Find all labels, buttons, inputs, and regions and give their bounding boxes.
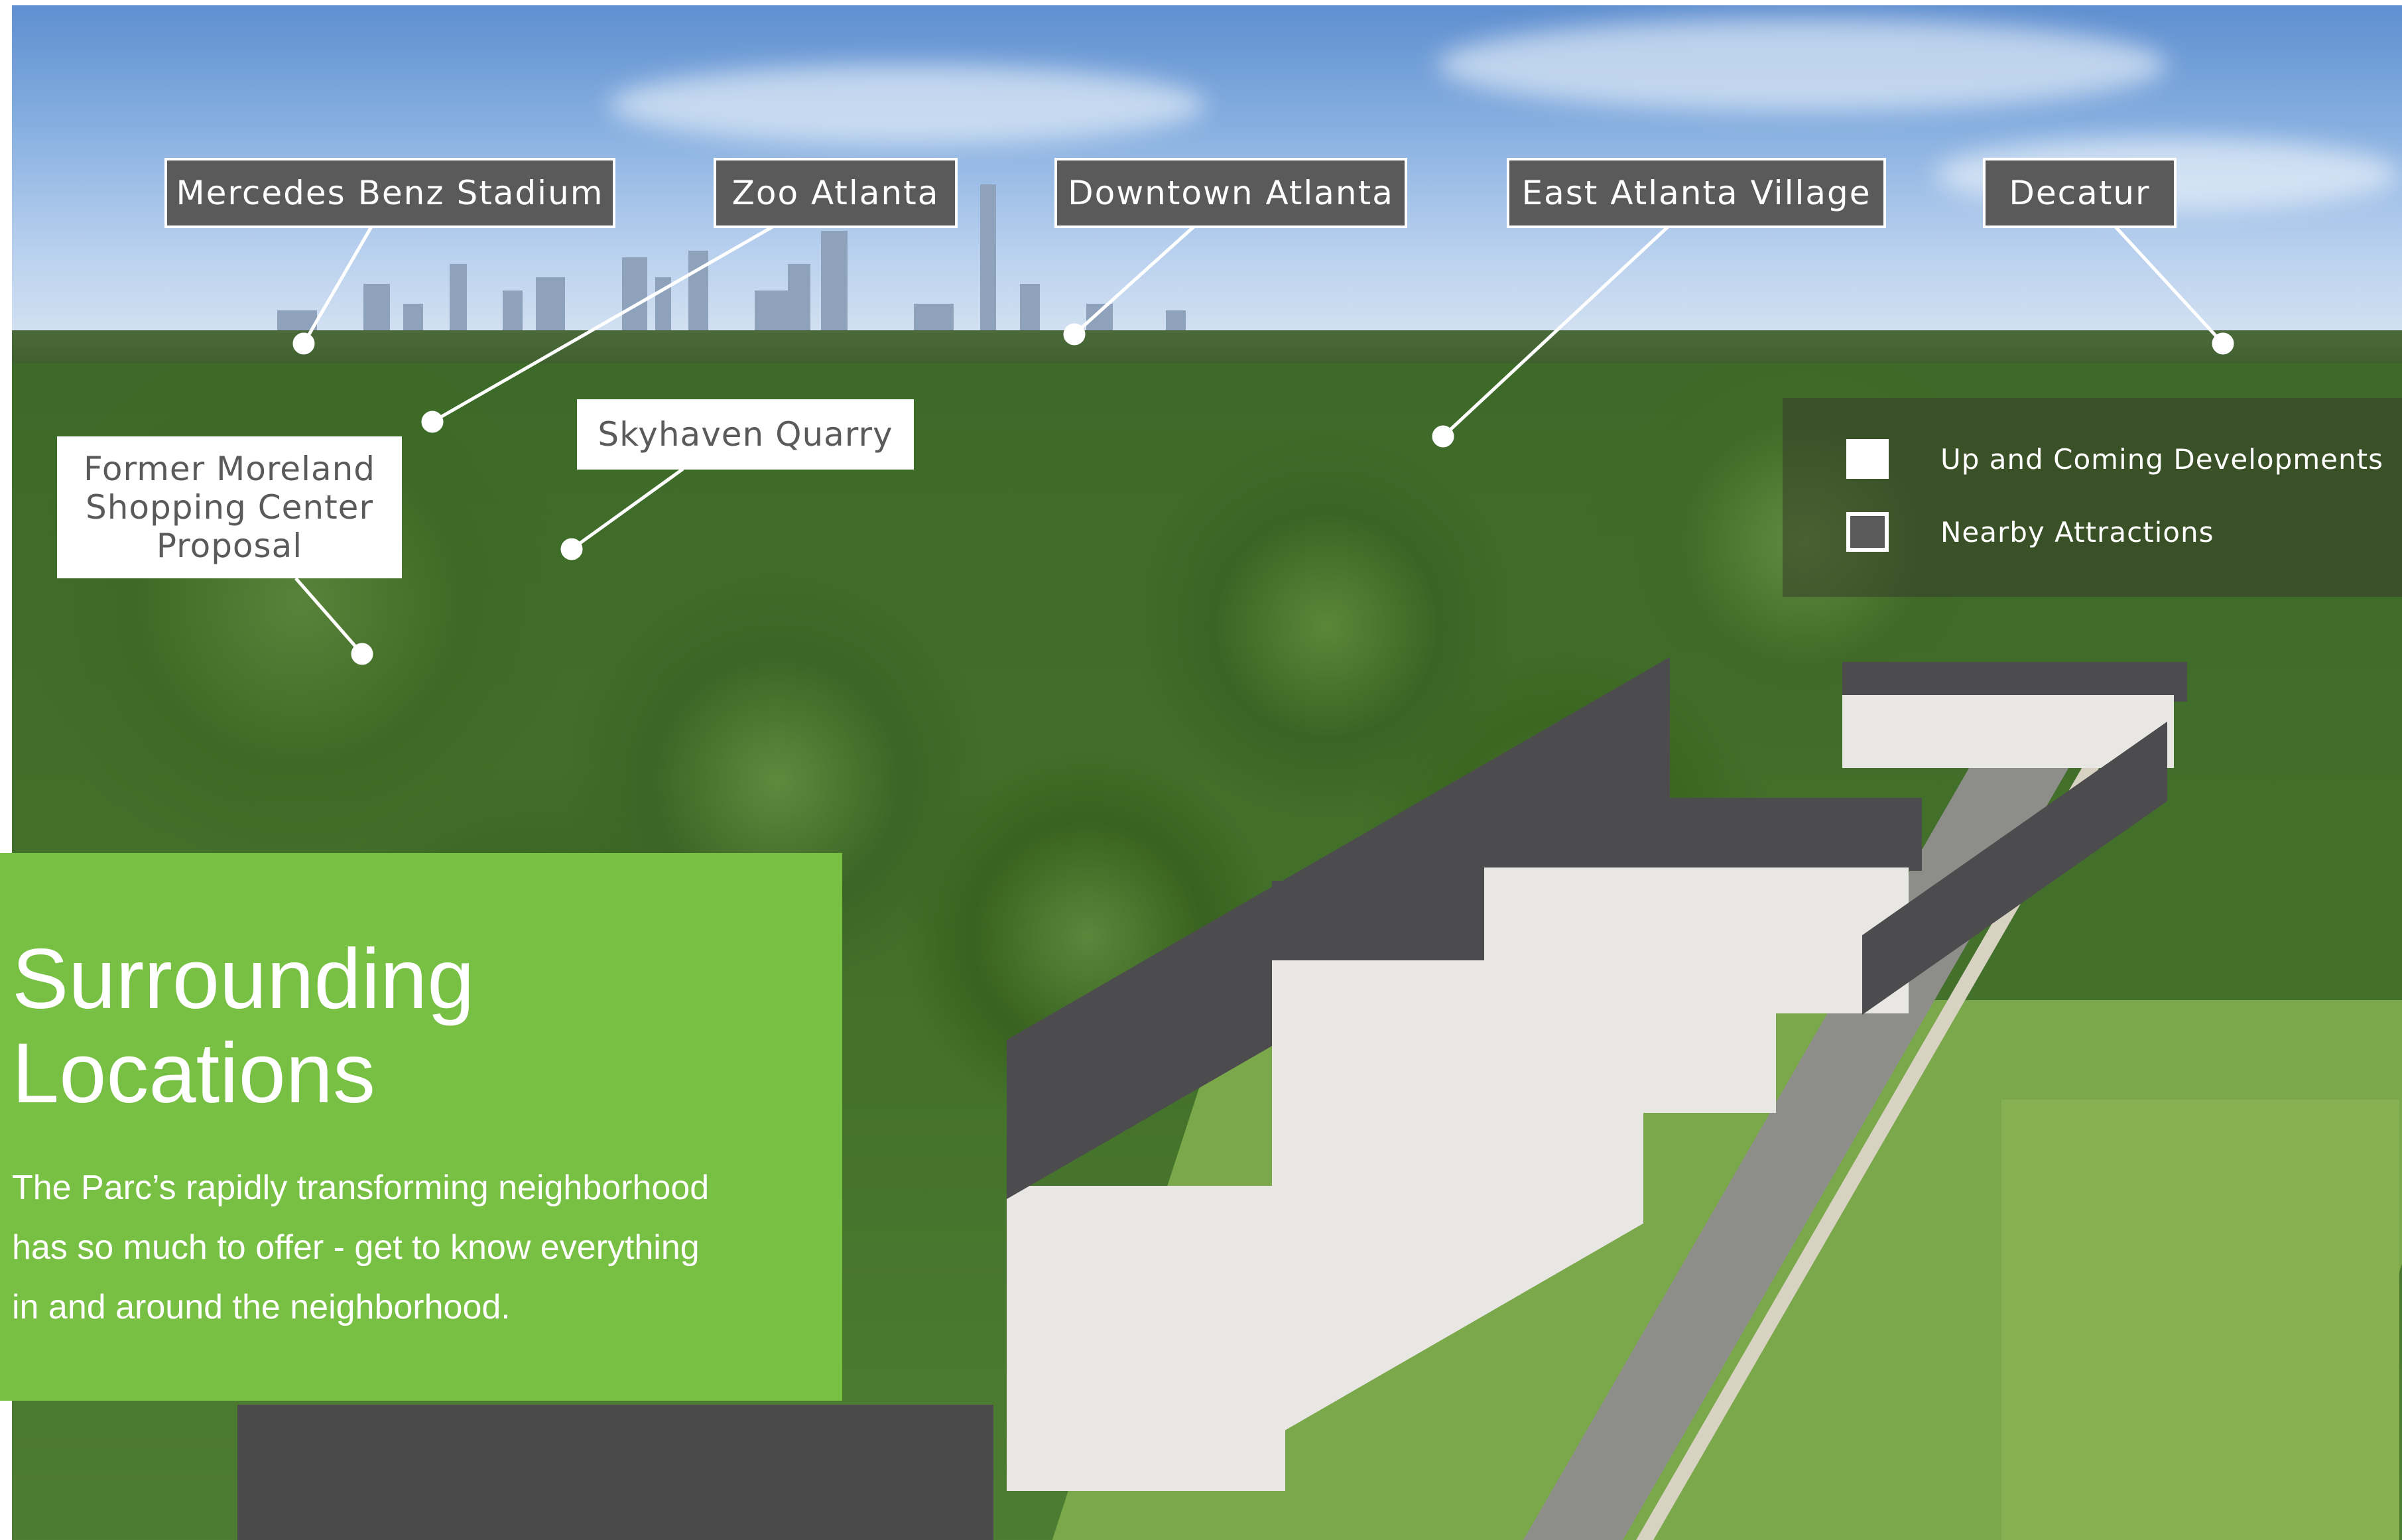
map-legend: Up and Coming Developments Nearby Attrac… <box>1783 398 2402 597</box>
panel-title-line: Surrounding <box>12 932 475 1027</box>
label-line: Former Moreland <box>83 450 376 488</box>
leader-line-decatur <box>2114 225 2224 345</box>
legend-swatch-white <box>1846 439 1889 479</box>
label-zoo-atlanta: Zoo Atlanta <box>714 158 958 228</box>
label-line: Proposal <box>156 527 303 565</box>
marker-dot-mercedes-benz-stadium <box>292 332 315 355</box>
leader-line-former-moreland <box>294 577 363 655</box>
leader-line-east-atlanta-village <box>1442 225 1669 438</box>
panel-description: The Parc’s rapidly transforming neighbor… <box>12 1158 821 1337</box>
legend-label: Up and Coming Developments <box>1940 442 2383 476</box>
leader-line-zoo-atlanta <box>431 225 774 424</box>
legend-item-nearby-attractions: Nearby Attractions <box>1846 512 2214 552</box>
leader-line-skyhaven-quarry <box>570 467 684 551</box>
panel-description-line: The Parc’s rapidly transforming neighbor… <box>12 1169 710 1207</box>
panel-title-line: Locations <box>12 1026 375 1121</box>
legend-label: Nearby Attractions <box>1940 515 2214 548</box>
label-line: Shopping Center <box>86 488 373 527</box>
label-former-moreland: Former Moreland Shopping Center Proposal <box>57 436 402 578</box>
marker-dot-downtown-atlanta <box>1063 323 1086 346</box>
marker-dot-zoo-atlanta <box>421 411 444 433</box>
marker-dot-skyhaven-quarry <box>560 538 583 560</box>
label-decatur: Decatur <box>1983 158 2177 228</box>
marker-dot-east-atlanta-village <box>1432 425 1454 448</box>
label-east-atlanta-village: East Atlanta Village <box>1507 158 1886 228</box>
panel-description-line: in and around the neighborhood. <box>12 1288 511 1326</box>
label-downtown-atlanta: Downtown Atlanta <box>1054 158 1407 228</box>
panel-title: Surrounding Locations <box>12 932 474 1121</box>
legend-swatch-gray <box>1846 512 1889 552</box>
legend-item-up-and-coming: Up and Coming Developments <box>1846 439 2383 479</box>
marker-dot-former-moreland <box>351 643 373 665</box>
leader-line-downtown-atlanta <box>1073 225 1195 336</box>
label-skyhaven-quarry: Skyhaven Quarry <box>577 399 914 470</box>
panel-description-line: has so much to offer - get to know every… <box>12 1228 700 1267</box>
leader-line-mercedes-benz-stadium <box>302 225 373 345</box>
label-mercedes-benz-stadium: Mercedes Benz Stadium <box>164 158 615 228</box>
info-panel: Surrounding Locations The Parc’s rapidly… <box>0 853 842 1401</box>
marker-dot-decatur <box>2212 332 2234 355</box>
